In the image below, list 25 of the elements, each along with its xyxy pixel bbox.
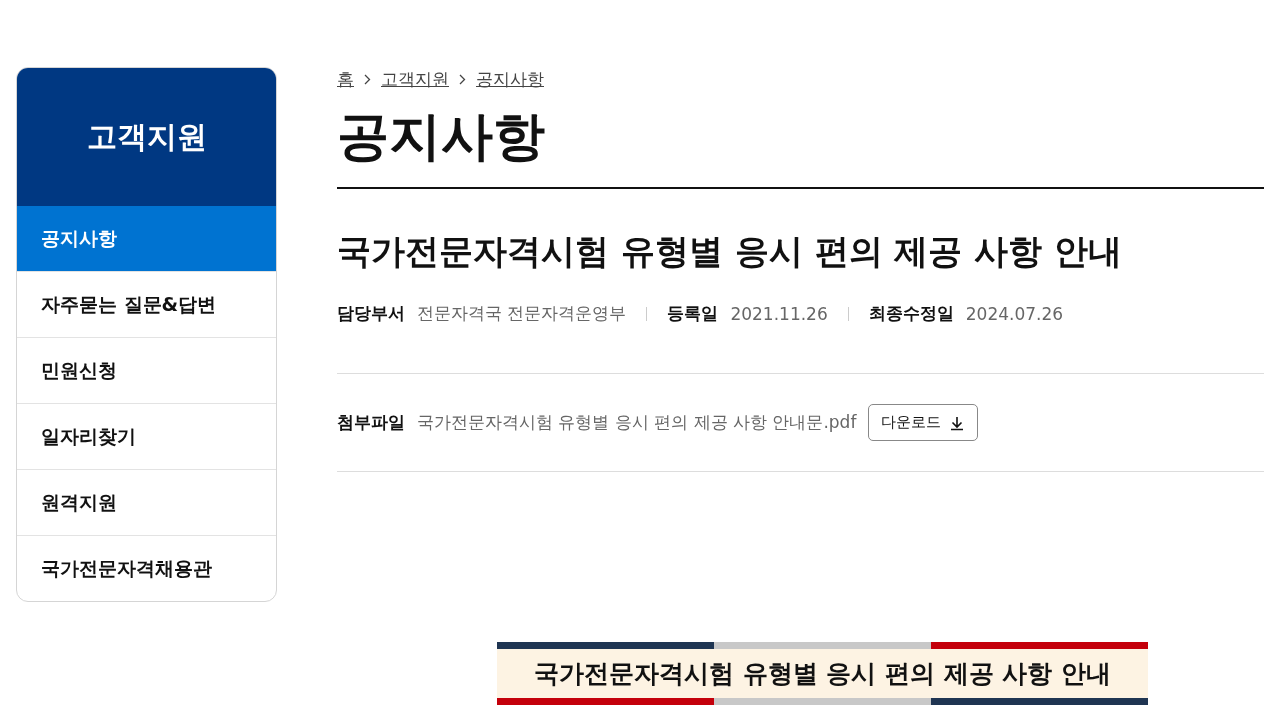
breadcrumb-link[interactable]: 홈 bbox=[337, 67, 354, 91]
meta-value: 2021.11.26 bbox=[730, 303, 828, 324]
breadcrumb-link[interactable]: 공지사항 bbox=[476, 67, 544, 91]
sidebar-item[interactable]: 공지사항 bbox=[17, 206, 276, 271]
banner-text: 국가전문자격시험 유형별 응시 편의 제공 사항 안내 bbox=[533, 658, 1112, 691]
sidebar-item[interactable]: 자주묻는 질문&답변 bbox=[17, 271, 276, 337]
meta-value: 2024.07.26 bbox=[965, 303, 1064, 324]
breadcrumb-link[interactable]: 고객지원 bbox=[381, 67, 449, 91]
attachment-filename: 국가전문자격시험 유형별 응시 편의 제공 사항 안내문.pdf bbox=[417, 411, 857, 435]
download-button[interactable]: 다운로드 bbox=[868, 404, 979, 442]
meta-label: 담당부서 bbox=[337, 302, 405, 326]
meta-label: 최종수정일 bbox=[868, 302, 954, 326]
sidebar-item[interactable]: 일자리찾기 bbox=[17, 403, 276, 469]
page-title: 공지사항 bbox=[337, 105, 1264, 190]
sidebar-item[interactable]: 원격지원 bbox=[17, 469, 276, 535]
attachment-label: 첨부파일 bbox=[337, 411, 405, 435]
meta-value: 전문자격국 전문자격운영부 bbox=[417, 302, 627, 326]
article-title: 국가전문자격시험 유형별 응시 편의 제공 사항 안내 bbox=[337, 231, 1124, 273]
sidebar-item[interactable]: 민원신청 bbox=[17, 337, 276, 403]
download-icon bbox=[949, 414, 966, 431]
sidebar-item[interactable]: 국가전문자격채용관 bbox=[17, 535, 276, 601]
meta-label: 등록일 bbox=[667, 302, 719, 326]
sidebar-title: 고객지원 bbox=[86, 117, 207, 156]
chevron-right-icon bbox=[459, 73, 466, 85]
chevron-right-icon bbox=[364, 73, 371, 85]
